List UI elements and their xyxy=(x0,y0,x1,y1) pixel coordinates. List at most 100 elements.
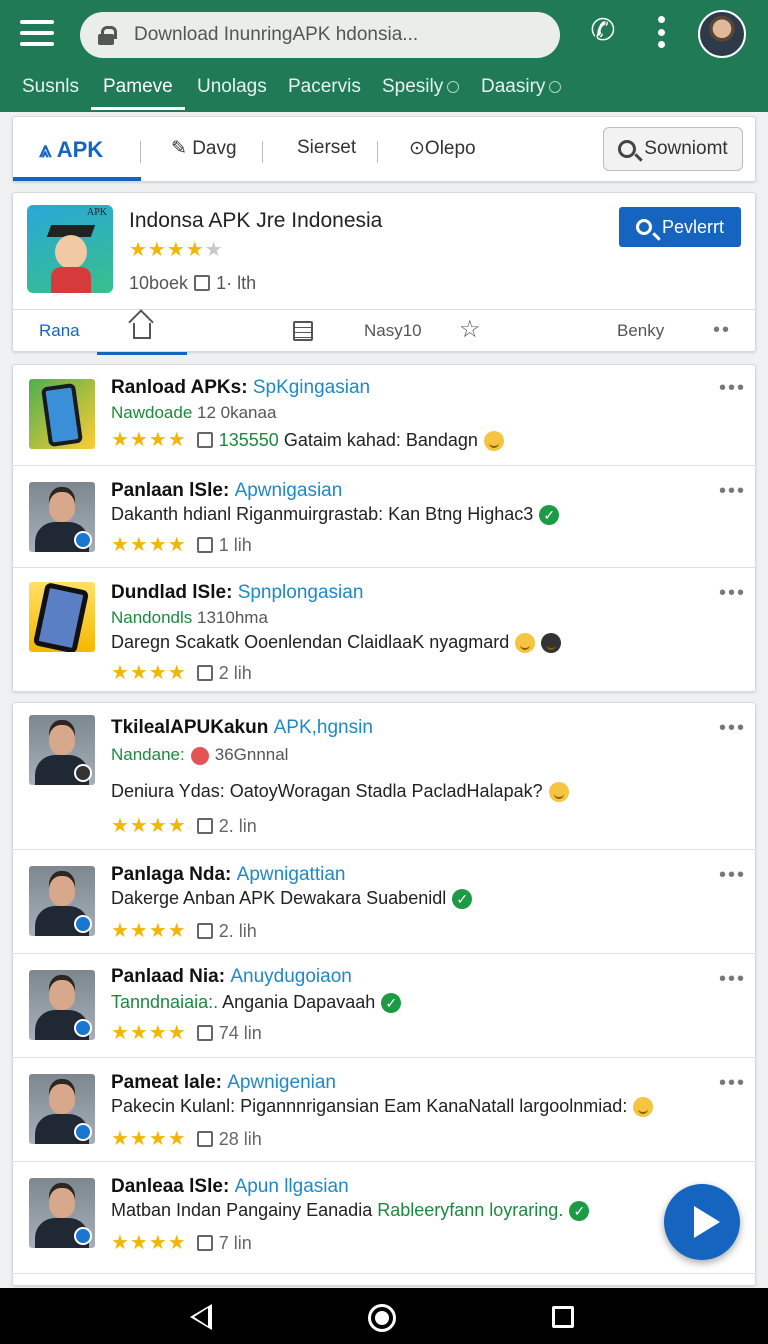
item-meta-count: 2 xyxy=(218,663,229,683)
item-thumbnail xyxy=(29,1178,95,1248)
more-icon[interactable]: ••• xyxy=(719,864,746,887)
more-icon[interactable]: ••• xyxy=(719,480,746,503)
item-tag: Apwnigattian xyxy=(236,864,346,885)
verified-icon: ✓ xyxy=(569,1201,590,1222)
item-text: Matban Indan Pangainy Eanadia Rableeryfa… xyxy=(111,1200,590,1222)
menu-icon[interactable] xyxy=(20,18,54,48)
item-sub-gray: 1310hma xyxy=(197,608,268,627)
list-item[interactable]: Danleaa lSle: Apun llgasian Matban Indan… xyxy=(13,1161,755,1273)
tab-olepo-label: Olepo xyxy=(424,138,476,159)
tab-davg-label: Davg xyxy=(192,138,237,159)
more-icon[interactable]: ••• xyxy=(719,968,746,991)
search-bar[interactable] xyxy=(80,12,560,58)
tab-davg[interactable]: ✎ Davg xyxy=(171,137,237,160)
tab-pacervis[interactable]: Pacervis xyxy=(288,72,361,112)
rating-stars: ★★★★ xyxy=(111,1022,187,1044)
tab-benky[interactable]: Benky xyxy=(617,321,664,341)
item-thumbnail xyxy=(29,379,95,449)
rating-stars: ★★★★ xyxy=(111,662,187,684)
user-avatar[interactable] xyxy=(698,10,746,58)
thumbs-up-icon xyxy=(196,537,213,553)
divider xyxy=(262,141,263,163)
preview-button[interactable]: Pevlerrt xyxy=(619,207,741,247)
thumbs-up-icon xyxy=(196,432,213,448)
back-icon[interactable] xyxy=(190,1304,212,1330)
tab-daasiry[interactable]: Daasiry xyxy=(481,72,562,112)
list-item[interactable]: Dundlad lSle: Spnplongasian Nandondls 13… xyxy=(13,567,757,693)
item-text-green: Rableeryfann loyraring. xyxy=(377,1200,564,1220)
item-meta: ★★★★ 74 lin xyxy=(111,1020,262,1045)
item-title: Danleaa lSle: Apun llgasian xyxy=(111,1176,349,1198)
recents-icon[interactable] xyxy=(552,1306,574,1328)
item-meta-text: Gataim kahad: Bandagn xyxy=(283,430,478,450)
tab-unolags[interactable]: Unolags xyxy=(197,72,267,112)
item-meta-count: 7 xyxy=(218,1233,229,1253)
item-meta: ★★★★ 135550 Gataim kahad: Bandagn xyxy=(111,427,504,452)
list-item[interactable]: Panlaad Nia: Anuydugoiaon Tanndnaiaia:. … xyxy=(13,953,755,1057)
rating-stars: ★★★★ xyxy=(111,815,187,837)
more-icon[interactable]: •• xyxy=(713,319,731,342)
tab-apk[interactable]: ⩓ APK xyxy=(12,137,142,181)
thumbs-up-icon xyxy=(196,1025,213,1041)
app-icon-tag: APK xyxy=(87,207,108,218)
info-icon xyxy=(447,80,460,93)
app-meta: 10boek 1· lth xyxy=(129,273,257,293)
app-title: Indonsa APK Jre Indonesia xyxy=(129,209,383,232)
list-item[interactable]: Ranload APKs: SpKgingasian Nawdoade 12 0… xyxy=(13,365,757,465)
item-sub: Tanndnaiaia:. Angania Dapavaah ✓ xyxy=(111,992,402,1014)
item-meta-count: 2. xyxy=(218,816,234,836)
document-icon[interactable] xyxy=(293,321,313,341)
apk-logo-icon: ⩓ xyxy=(39,137,52,162)
phone-icon[interactable]: ✆ xyxy=(586,14,620,48)
list-item[interactable]: TkilealAPUKakun APK,hgnsin Nandane: 36Gnn… xyxy=(13,703,755,849)
app-icon[interactable]: APK xyxy=(27,205,113,293)
item-meta-unit: lin xyxy=(233,1233,252,1253)
item-text: Dakanth hdianl Riganmuirgrastab: Kan Btn… xyxy=(111,504,560,526)
more-icon[interactable]: ••• xyxy=(719,582,746,605)
list-item[interactable]: Panlaga Nda: Apwnigattian Dakerge Anban … xyxy=(13,849,755,953)
item-text: Dakerge Anban APK Dewakara Suabenidl ✓ xyxy=(111,888,473,910)
item-thumbnail xyxy=(29,715,95,785)
tab-spesily[interactable]: Spesily xyxy=(382,72,460,112)
tab-spesily-label: Spesily xyxy=(382,76,444,97)
search-icon xyxy=(635,219,652,235)
list-item[interactable]: Panlaan lSle: Apwnigasian Dakanth hdianl… xyxy=(13,465,757,567)
app-rating: ★★★★★ xyxy=(129,239,224,261)
divider xyxy=(140,141,141,163)
more-icon[interactable]: ••• xyxy=(719,1072,746,1095)
app-bar: ✆ Susnls Pameve Unolags Pacervis Spesily… xyxy=(0,0,768,112)
tab-apk-label: APK xyxy=(56,137,104,162)
category-tabs: ⩓ APK ✎ Davg Sierset ⊙Olepo Sowniomt xyxy=(12,116,756,182)
item-title-text: Panlaad Nia: xyxy=(111,966,226,987)
item-meta: ★★★★ 2 lih xyxy=(111,660,252,685)
list-item[interactable]: Pameat lale: Apwnigenian Pakecin Kulanl:… xyxy=(13,1057,755,1161)
tab-olepo[interactable]: ⊙Olepo xyxy=(409,137,476,160)
tab-susnls[interactable]: Susnls xyxy=(22,72,79,112)
more-icon[interactable]: ••• xyxy=(719,377,746,400)
item-text-body: Pakecin Kulanl: Pigannnrigansian Eam Kan… xyxy=(111,1096,628,1116)
home-icon[interactable] xyxy=(133,323,151,339)
thumbs-up-icon xyxy=(194,275,211,291)
emoji-icon xyxy=(541,633,562,654)
tab-pameve[interactable]: Pameve xyxy=(91,72,185,112)
app-meta-unit: lth xyxy=(237,273,257,293)
more-icon[interactable]: ••• xyxy=(719,717,746,740)
search-input[interactable] xyxy=(134,24,534,46)
smile-emoji-icon xyxy=(548,782,569,803)
tab-sierset[interactable]: Sierset xyxy=(297,137,356,159)
tab-rana[interactable]: Rana xyxy=(39,321,186,355)
item-meta-unit: lih xyxy=(243,1129,262,1149)
thumbs-up-icon xyxy=(196,1131,213,1147)
item-tag: Apwnigasian xyxy=(234,480,343,501)
list-item-partial[interactable] xyxy=(13,1273,755,1285)
thumbs-up-icon xyxy=(196,1235,213,1251)
home-nav-icon[interactable] xyxy=(368,1304,396,1332)
play-icon[interactable] xyxy=(664,1184,740,1260)
rating-stars: ★★★★ xyxy=(111,534,187,556)
search-button[interactable]: Sowniomt xyxy=(603,127,743,171)
kebab-icon[interactable] xyxy=(656,16,666,48)
star-icon[interactable]: ☆ xyxy=(459,315,481,344)
item-tag: Spnplongasian xyxy=(237,582,364,603)
tab-nasy[interactable]: Nasy10 xyxy=(364,321,422,341)
item-text: Daregn Scakatk Ooenlendan ClaidlaaK nyag… xyxy=(111,632,562,654)
